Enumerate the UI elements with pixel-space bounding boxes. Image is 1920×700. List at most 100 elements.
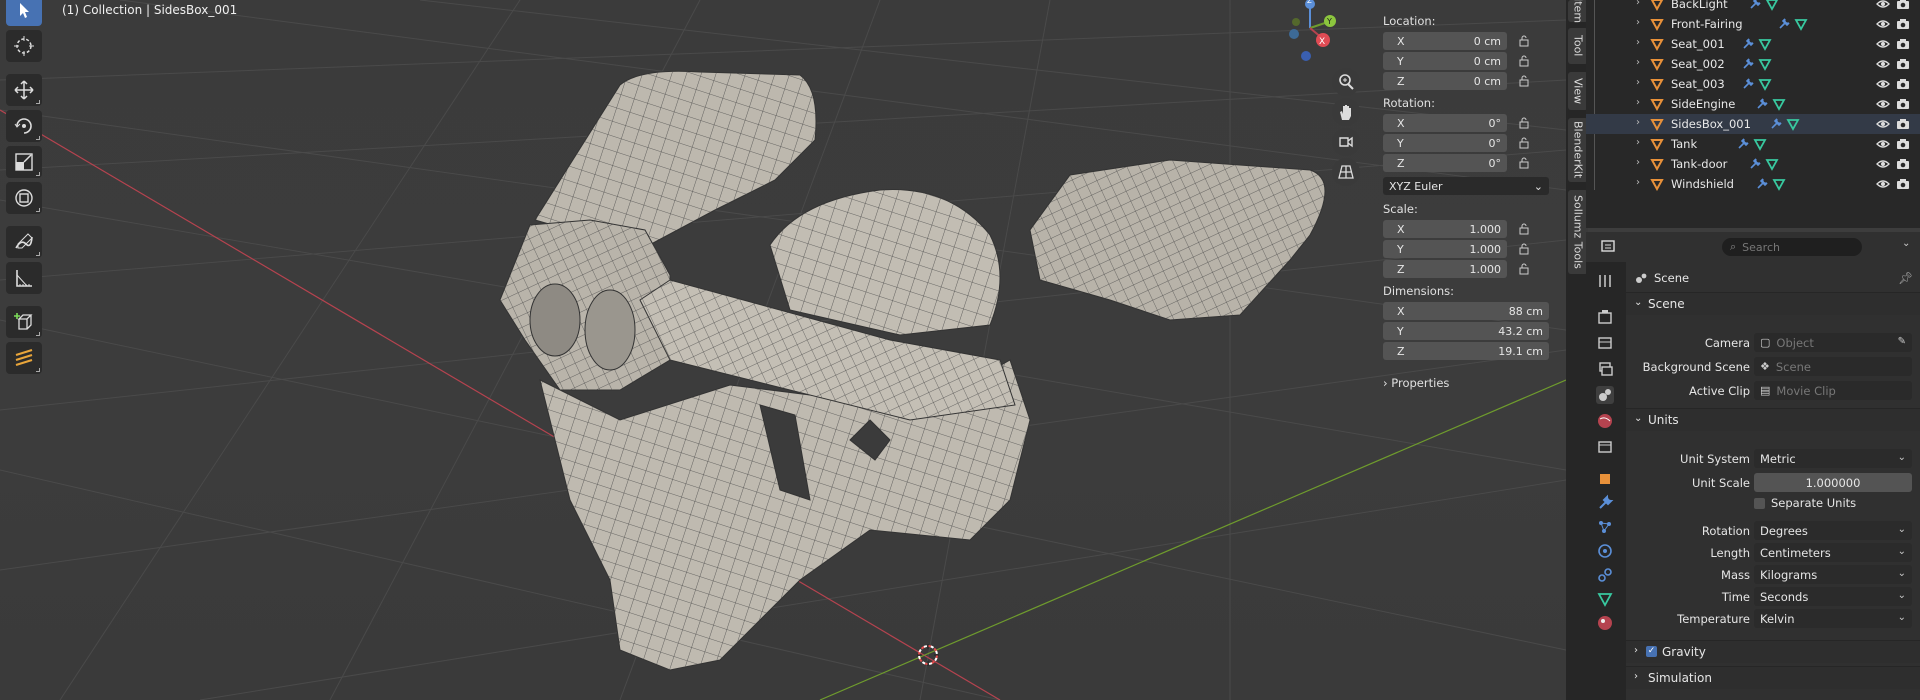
rotation-mode-dropdown[interactable]: XYZ Euler ⌄ xyxy=(1383,177,1549,195)
mesh-data-icon[interactable] xyxy=(1758,77,1772,91)
add-cube-tool-button[interactable] xyxy=(6,306,42,338)
expand-arrow-icon[interactable]: › xyxy=(1636,177,1646,188)
rotation-z-field[interactable]: Z 0° xyxy=(1383,154,1507,172)
select-tool-button[interactable] xyxy=(6,0,42,26)
location-z-field[interactable]: Z 0 cm xyxy=(1383,72,1507,90)
simulation-section-header[interactable]: › Simulation xyxy=(1626,666,1920,689)
tool-settings-icon[interactable] xyxy=(1596,272,1614,290)
object-icon[interactable] xyxy=(1596,470,1614,488)
mesh-data-icon[interactable] xyxy=(1772,177,1786,191)
mesh-data-icon[interactable] xyxy=(1786,117,1800,131)
perspective-toggle-button[interactable] xyxy=(1332,158,1360,186)
material-icon[interactable] xyxy=(1596,614,1614,632)
expand-arrow-icon[interactable]: › xyxy=(1636,77,1646,88)
expand-arrow-icon[interactable]: › xyxy=(1636,137,1646,148)
location-x-field[interactable]: X 0 cm xyxy=(1383,32,1507,50)
scale-tool-button[interactable] xyxy=(6,146,42,178)
navigation-gizmo[interactable]: Z Y X xyxy=(1270,0,1350,70)
pin-icon[interactable]: 📌︎ xyxy=(1898,271,1913,285)
outliner-item[interactable]: › Seat_001 xyxy=(1586,34,1920,54)
eye-visibility-icon[interactable] xyxy=(1876,157,1890,171)
output-icon[interactable] xyxy=(1596,334,1614,352)
camera-render-icon[interactable] xyxy=(1896,17,1910,31)
mass-dropdown[interactable]: Kilograms ⌄ xyxy=(1754,565,1912,584)
modifier-wrench-icon[interactable] xyxy=(1755,97,1769,111)
search-input[interactable]: ⌕ Search xyxy=(1722,238,1862,256)
modifier-wrench-icon[interactable] xyxy=(1741,37,1755,51)
world-icon[interactable] xyxy=(1596,412,1614,430)
modifier-wrench-icon[interactable] xyxy=(1741,57,1755,71)
units-section-header[interactable]: ⌄ Units xyxy=(1626,408,1920,431)
3d-viewport[interactable]: (1) Collection | SidesBox_001 Z Y X Loca… xyxy=(0,0,1566,700)
mesh-data-icon[interactable] xyxy=(1772,97,1786,111)
collection-icon[interactable] xyxy=(1596,438,1614,456)
dimensions-z-field[interactable]: Z 19.1 cm xyxy=(1383,342,1549,360)
outliner-item[interactable]: › SideEngine xyxy=(1586,94,1920,114)
scale-x-field[interactable]: X 1.000 xyxy=(1383,220,1507,238)
mesh-data-icon[interactable] xyxy=(1765,0,1779,11)
camera-render-icon[interactable] xyxy=(1896,157,1910,171)
view-layer-icon[interactable] xyxy=(1596,360,1614,378)
cursor-tool-button[interactable] xyxy=(6,30,42,62)
editor-type-icon[interactable] xyxy=(1600,238,1618,256)
eye-visibility-icon[interactable] xyxy=(1876,97,1890,111)
unit-scale-field[interactable]: 1.000000 xyxy=(1754,473,1912,492)
lock-scale-y-icon[interactable] xyxy=(1517,242,1531,256)
separate-units-checkbox-row[interactable]: Separate Units xyxy=(1754,496,1856,510)
outliner-item[interactable]: › Tank-door xyxy=(1586,154,1920,174)
mesh-data-icon[interactable] xyxy=(1753,137,1767,151)
length-dropdown[interactable]: Centimeters ⌄ xyxy=(1754,543,1912,562)
camera-render-icon[interactable] xyxy=(1896,0,1910,11)
lock-scale-x-icon[interactable] xyxy=(1517,222,1531,236)
units-rotation-dropdown[interactable]: Degrees ⌄ xyxy=(1754,521,1912,540)
expand-arrow-icon[interactable]: › xyxy=(1636,97,1646,108)
dimensions-x-field[interactable]: X 88 cm xyxy=(1383,302,1549,320)
camera-render-icon[interactable] xyxy=(1896,177,1910,191)
mesh-data-icon[interactable] xyxy=(1758,57,1772,71)
tab-blenderkit[interactable]: BlenderKit xyxy=(1568,118,1588,182)
scale-z-field[interactable]: Z 1.000 xyxy=(1383,260,1507,278)
lock-scale-z-icon[interactable] xyxy=(1517,262,1531,276)
separate-units-checkbox[interactable] xyxy=(1754,497,1765,509)
rotation-y-field[interactable]: Y 0° xyxy=(1383,134,1507,152)
location-y-field[interactable]: Y 0 cm xyxy=(1383,52,1507,70)
lock-rotation-y-icon[interactable] xyxy=(1517,136,1531,150)
camera-render-icon[interactable] xyxy=(1896,37,1910,51)
zoom-button[interactable] xyxy=(1332,68,1360,96)
modifier-wrench-icon[interactable] xyxy=(1748,157,1762,171)
expand-arrow-icon[interactable]: › xyxy=(1636,37,1646,48)
lock-location-x-icon[interactable] xyxy=(1517,34,1531,48)
dimensions-y-field[interactable]: Y 43.2 cm xyxy=(1383,322,1549,340)
camera-field[interactable]: ▢ Object ✎ xyxy=(1754,333,1912,352)
outliner-item[interactable]: › SidesBox_001 xyxy=(1586,114,1920,134)
expand-arrow-icon[interactable]: › xyxy=(1636,57,1646,68)
modifier-wrench-icon[interactable] xyxy=(1777,17,1791,31)
constraints-icon[interactable] xyxy=(1596,566,1614,584)
camera-render-icon[interactable] xyxy=(1896,117,1910,131)
lock-rotation-x-icon[interactable] xyxy=(1517,116,1531,130)
eye-visibility-icon[interactable] xyxy=(1876,77,1890,91)
eye-visibility-icon[interactable] xyxy=(1876,0,1890,11)
eye-visibility-icon[interactable] xyxy=(1876,177,1890,191)
camera-view-button[interactable] xyxy=(1332,128,1360,156)
scene-icon[interactable] xyxy=(1596,386,1614,404)
transform-tool-button[interactable] xyxy=(6,182,42,214)
eye-visibility-icon[interactable] xyxy=(1876,37,1890,51)
lock-location-y-icon[interactable] xyxy=(1517,54,1531,68)
camera-render-icon[interactable] xyxy=(1896,97,1910,111)
chevron-down-icon[interactable]: ⌄ xyxy=(1902,238,1910,249)
properties-subpanel-header[interactable]: › Properties xyxy=(1383,376,1449,390)
modifier-wrench-icon[interactable] xyxy=(1748,0,1762,11)
modifier-wrench-icon[interactable] xyxy=(1596,494,1614,512)
background-scene-field[interactable]: ❖ Scene xyxy=(1754,357,1912,376)
eyedropper-icon[interactable]: ✎ xyxy=(1898,336,1906,347)
tab-view[interactable]: View xyxy=(1568,72,1588,110)
expand-arrow-icon[interactable]: › xyxy=(1636,0,1646,8)
camera-render-icon[interactable] xyxy=(1896,77,1910,91)
outliner-item[interactable]: › Front-Fairing xyxy=(1586,14,1920,34)
expand-arrow-icon[interactable]: › xyxy=(1636,17,1646,28)
mesh-object-sidesbox[interactable] xyxy=(470,60,1330,680)
tab-sollumz-tools[interactable]: Sollumz Tools xyxy=(1568,190,1588,274)
annotate-tool-button[interactable] xyxy=(6,226,42,258)
scale-y-field[interactable]: Y 1.000 xyxy=(1383,240,1507,258)
